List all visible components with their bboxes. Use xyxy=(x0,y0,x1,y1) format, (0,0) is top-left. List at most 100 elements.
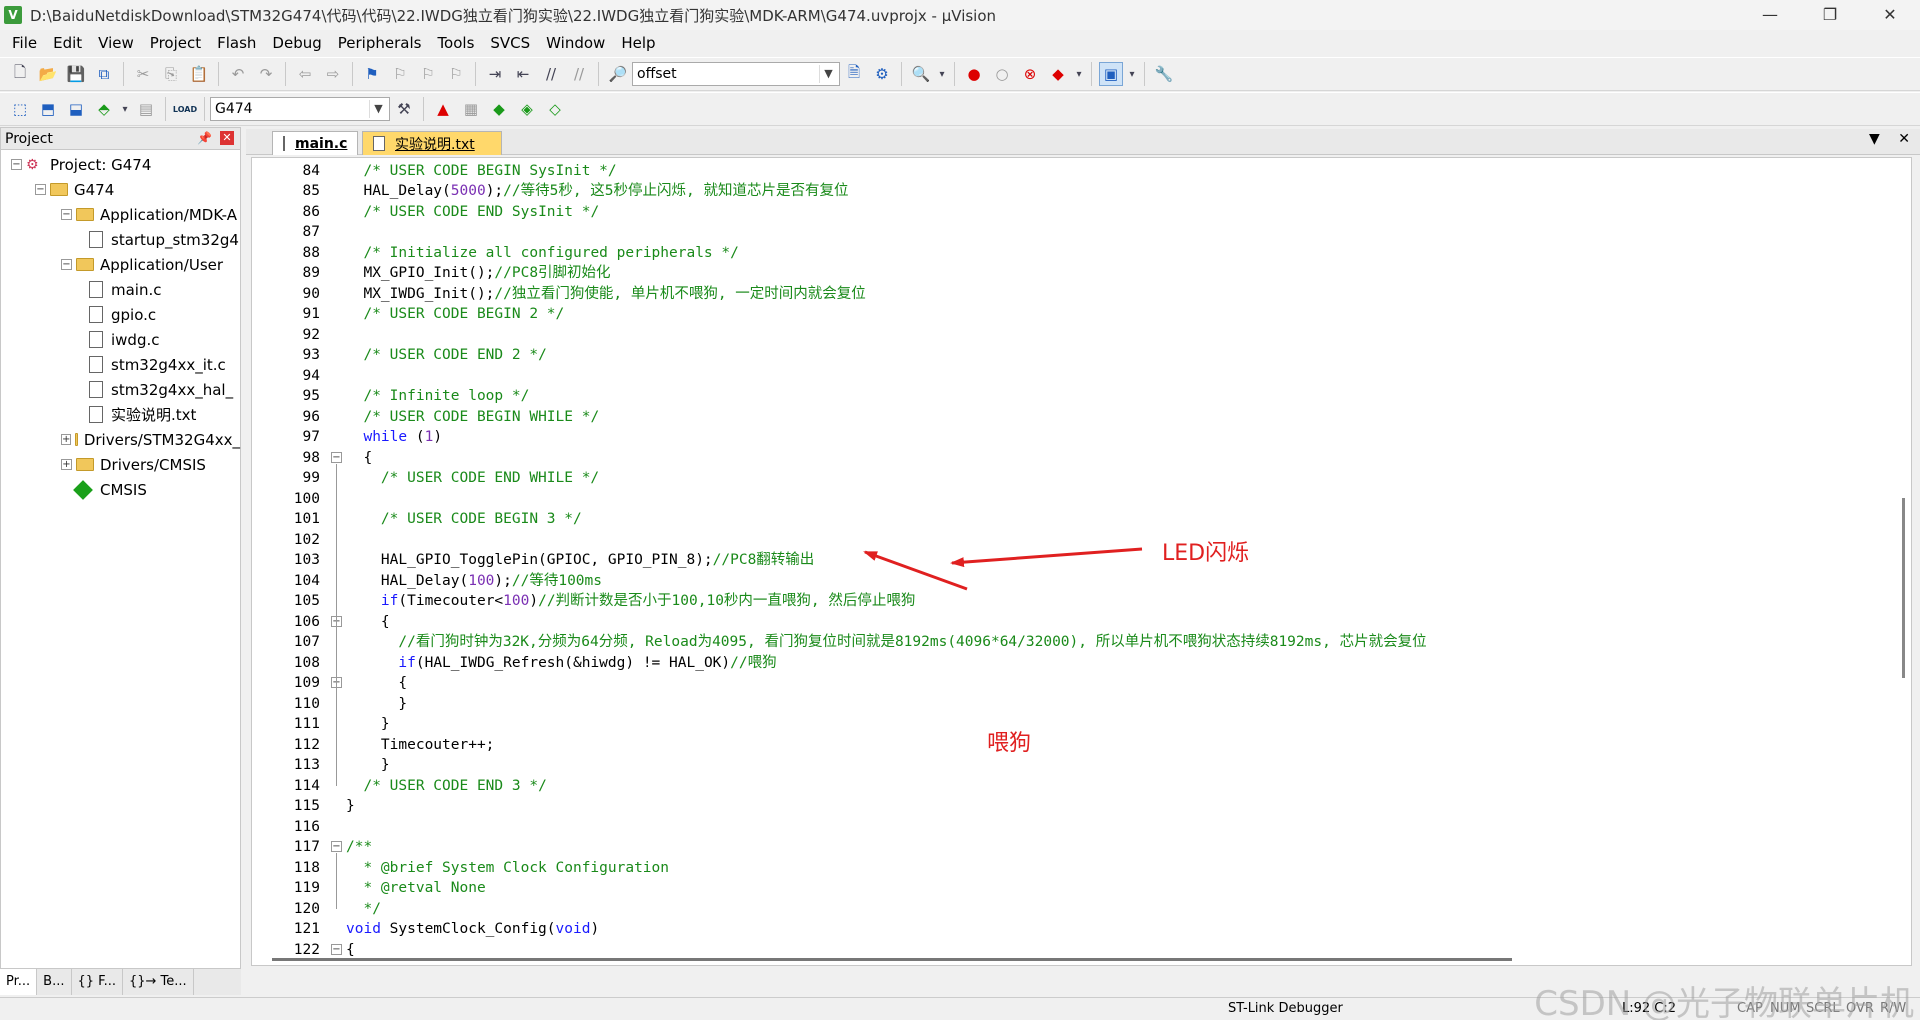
code-line[interactable]: /** xyxy=(346,837,372,857)
tree-item[interactable]: 实验说明.txt xyxy=(1,402,240,427)
cut-icon[interactable]: ✂ xyxy=(131,62,155,86)
incremental-find-icon[interactable]: 🗎 xyxy=(842,62,866,86)
copy-icon[interactable]: ⎘ xyxy=(159,62,183,86)
code-line[interactable]: /* USER CODE BEGIN WHILE */ xyxy=(346,407,599,427)
code-line[interactable]: * @brief System Clock Configuration xyxy=(346,858,669,878)
tree-item[interactable]: − ⚙ Project: G474 xyxy=(1,152,240,177)
code-area[interactable]: /* USER CODE BEGIN SysInit */ HAL_Delay(… xyxy=(346,158,1911,965)
code-line[interactable]: /* USER CODE END SysInit */ xyxy=(346,202,599,222)
breakpoint-icon[interactable]: ● xyxy=(962,62,986,86)
fold-toggle-icon[interactable]: − xyxy=(331,451,342,463)
maximize-button[interactable]: ❐ xyxy=(1800,0,1860,30)
manage-runtime-icon[interactable]: ◇ xyxy=(543,97,567,121)
kill-breakpoints-icon[interactable]: ⊗ xyxy=(1018,62,1042,86)
code-line[interactable]: /* Initialize all configured peripherals… xyxy=(346,243,738,263)
fold-toggle-icon[interactable]: − xyxy=(331,841,342,852)
save-icon[interactable]: 💾 xyxy=(64,62,88,86)
tree-item[interactable]: iwdg.c xyxy=(1,327,240,352)
comment-icon[interactable]: // xyxy=(539,62,563,86)
select-packs-icon[interactable]: ◈ xyxy=(515,97,539,121)
code-line[interactable]: */ xyxy=(346,899,380,919)
wrench-icon[interactable]: 🔧 xyxy=(1152,62,1176,86)
tree-item[interactable]: stm32g4xx_hal_ xyxy=(1,377,240,402)
pin-icon[interactable]: 📌 xyxy=(197,131,212,145)
code-line[interactable]: { xyxy=(346,940,355,960)
find-combo[interactable]: offset ▼ xyxy=(632,62,840,86)
minimize-button[interactable]: — xyxy=(1740,0,1800,30)
menu-edit[interactable]: Edit xyxy=(45,34,90,52)
tree-item[interactable]: gpio.c xyxy=(1,302,240,327)
unindent-icon[interactable]: ⇤ xyxy=(511,62,535,86)
tab-books[interactable]: B... xyxy=(37,969,72,995)
tree-item[interactable]: stm32g4xx_it.c xyxy=(1,352,240,377)
nav-forward-icon[interactable]: ⇨ xyxy=(321,62,345,86)
code-line[interactable]: { xyxy=(346,448,372,468)
rebuild-icon[interactable]: ⬓ xyxy=(64,97,88,121)
editor-horizontal-scrollbar[interactable] xyxy=(272,958,1512,961)
tab-functions[interactable]: {} F... xyxy=(72,969,123,995)
close-window-button[interactable]: ✕ xyxy=(1860,0,1920,30)
code-line[interactable]: MX_IWDG_Init();//独立看门狗使能, 单片机不喂狗, 一定时间内就… xyxy=(346,284,865,304)
expand-icon[interactable]: + xyxy=(61,459,72,470)
tree-item[interactable]: − Application/User xyxy=(1,252,240,277)
tree-item[interactable]: − G474 xyxy=(1,177,240,202)
scrollbar-thumb[interactable] xyxy=(1902,498,1905,678)
tab-readme-txt[interactable]: 实验说明.txt xyxy=(362,131,502,155)
code-line[interactable]: if(HAL_IWDG_Refresh(&hiwdg) != HAL_OK)//… xyxy=(346,653,776,673)
window-layout-icon[interactable]: ▣ xyxy=(1099,62,1123,86)
code-line[interactable]: } xyxy=(346,714,390,734)
paste-icon[interactable]: 📋 xyxy=(187,62,211,86)
open-folder-icon[interactable]: 📂 xyxy=(36,62,60,86)
code-line[interactable]: Timecouter++; xyxy=(346,735,495,755)
code-line[interactable]: } xyxy=(346,694,407,714)
code-line[interactable]: void SystemClock_Config(void) xyxy=(346,919,599,939)
indent-icon[interactable]: ⇥ xyxy=(483,62,507,86)
tree-item[interactable]: main.c xyxy=(1,277,240,302)
undo-icon[interactable]: ↶ xyxy=(226,62,250,86)
code-editor[interactable]: 8384858687888990919293949596979899100101… xyxy=(251,157,1912,966)
menu-debug[interactable]: Debug xyxy=(264,34,329,52)
code-line[interactable]: /* USER CODE END 3 */ xyxy=(346,776,546,796)
manage-project-items-icon[interactable]: ▲ xyxy=(431,97,455,121)
menu-help[interactable]: Help xyxy=(613,34,663,52)
menu-svcs[interactable]: SVCS xyxy=(482,34,538,52)
close-panel-icon[interactable]: ✕ xyxy=(220,131,234,145)
code-line[interactable]: } xyxy=(346,755,390,775)
download-load-icon[interactable]: LOAD xyxy=(173,97,197,121)
dropdown-arrow-icon[interactable]: ▾ xyxy=(1127,62,1137,86)
code-line[interactable]: } xyxy=(346,796,355,816)
chevron-down-icon[interactable]: ▼ xyxy=(819,65,837,83)
code-line[interactable]: HAL_Delay(100);//等待100ms xyxy=(346,571,602,591)
new-file-icon[interactable]: 🗋 xyxy=(8,62,32,86)
collapse-icon[interactable]: − xyxy=(61,259,72,270)
stop-build-icon[interactable]: ▤ xyxy=(134,97,158,121)
nav-back-icon[interactable]: ⇦ xyxy=(293,62,317,86)
close-tab-icon[interactable]: ✕ xyxy=(1898,131,1910,147)
collapse-icon[interactable]: − xyxy=(35,184,46,195)
target-combo[interactable]: G474 ▼ xyxy=(210,97,390,121)
next-bookmark-icon[interactable]: ⚐ xyxy=(416,62,440,86)
collapse-icon[interactable]: − xyxy=(61,209,72,220)
editor-vertical-scrollbar[interactable] xyxy=(1897,158,1909,965)
chevron-down-icon[interactable]: ▼ xyxy=(369,100,387,118)
tree-item[interactable]: + Drivers/STM32G4xx_ xyxy=(1,427,240,452)
code-line[interactable]: { xyxy=(346,612,390,632)
uncomment-icon[interactable]: // xyxy=(567,62,591,86)
tab-list-icon[interactable]: ▼ xyxy=(1869,131,1880,147)
clear-bookmarks-icon[interactable]: ⚐ xyxy=(444,62,468,86)
tab-templates[interactable]: {}→ Te... xyxy=(123,969,194,995)
code-line[interactable]: //看门狗时钟为32K,分频为64分频, Reload为4095, 看门狗复位时… xyxy=(346,632,1426,652)
translate-icon[interactable]: ⬚ xyxy=(8,97,32,121)
code-line[interactable]: /* USER CODE BEGIN 2 */ xyxy=(346,304,564,324)
menu-view[interactable]: View xyxy=(90,34,142,52)
code-line[interactable]: /* USER CODE END WHILE */ xyxy=(346,468,599,488)
dropdown-arrow-icon[interactable]: ▾ xyxy=(937,62,947,86)
file-extensions-icon[interactable]: ▦ xyxy=(459,97,483,121)
code-line[interactable]: * @retval None xyxy=(346,878,485,898)
expand-icon[interactable]: + xyxy=(61,434,72,445)
menu-window[interactable]: Window xyxy=(538,34,613,52)
disable-breakpoint-icon[interactable]: ○ xyxy=(990,62,1014,86)
tree-item[interactable]: CMSIS xyxy=(1,477,240,502)
find-in-files-icon[interactable]: 🔎 xyxy=(606,62,630,86)
fold-toggle-icon[interactable]: − xyxy=(331,943,342,955)
